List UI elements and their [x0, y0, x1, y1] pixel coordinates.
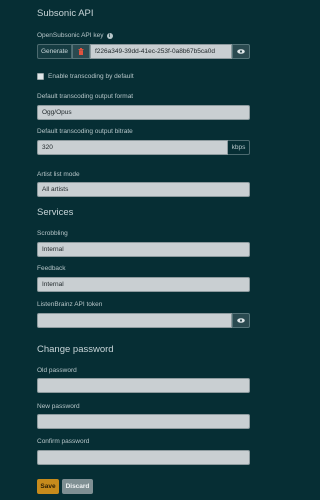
api-key-field[interactable]: f226a349-39dd-41ec-253f-0a8b67b5ca0d — [90, 44, 232, 59]
bitrate-input[interactable]: 320 — [37, 140, 228, 155]
section-title-services: Services — [37, 207, 74, 218]
listenbrainz-label: ListenBrainz API token — [37, 301, 103, 308]
transcoding-checkbox[interactable] — [37, 73, 44, 80]
scrobbling-select[interactable]: Internal — [37, 242, 250, 257]
confirm-password-field[interactable] — [37, 450, 250, 465]
info-icon[interactable]: i — [106, 32, 113, 39]
bitrate-unit: kbps — [228, 140, 250, 155]
section-title-change-password: Change password — [37, 344, 114, 355]
confirm-password-label: Confirm password — [37, 438, 90, 445]
section-title-subsonic: Subsonic API — [37, 8, 94, 19]
old-password-field[interactable] — [37, 378, 250, 393]
toggle-api-key-visibility-button[interactable] — [232, 44, 250, 59]
eye-icon — [237, 49, 245, 54]
trash-icon — [78, 48, 84, 55]
api-key-label-row: OpenSubsonic API key i — [37, 32, 113, 39]
format-select[interactable]: Ogg/Opus — [37, 105, 250, 120]
old-password-label: Old password — [37, 367, 77, 374]
delete-api-key-button[interactable] — [72, 44, 90, 59]
transcoding-row[interactable]: Enable transcoding by default — [37, 73, 134, 80]
transcoding-label: Enable transcoding by default — [48, 73, 134, 80]
feedback-select[interactable]: Internal — [37, 277, 250, 292]
eye-icon — [237, 318, 245, 323]
feedback-label: Feedback — [37, 265, 66, 272]
format-label: Default transcoding output format — [37, 93, 134, 100]
new-password-field[interactable] — [37, 414, 250, 429]
artist-mode-select[interactable]: All artists — [37, 182, 250, 197]
generate-button[interactable]: Generate — [37, 44, 72, 59]
bitrate-label: Default transcoding output bitrate — [37, 128, 133, 135]
discard-button[interactable]: Discard — [62, 479, 93, 494]
api-key-label: OpenSubsonic API key — [37, 32, 104, 39]
artist-mode-label: Artist list mode — [37, 171, 80, 178]
save-button[interactable]: Save — [37, 479, 59, 494]
listenbrainz-token-field[interactable] — [37, 313, 232, 328]
scrobbling-label: Scrobbling — [37, 230, 68, 237]
new-password-label: New password — [37, 403, 80, 410]
toggle-token-visibility-button[interactable] — [232, 313, 250, 328]
